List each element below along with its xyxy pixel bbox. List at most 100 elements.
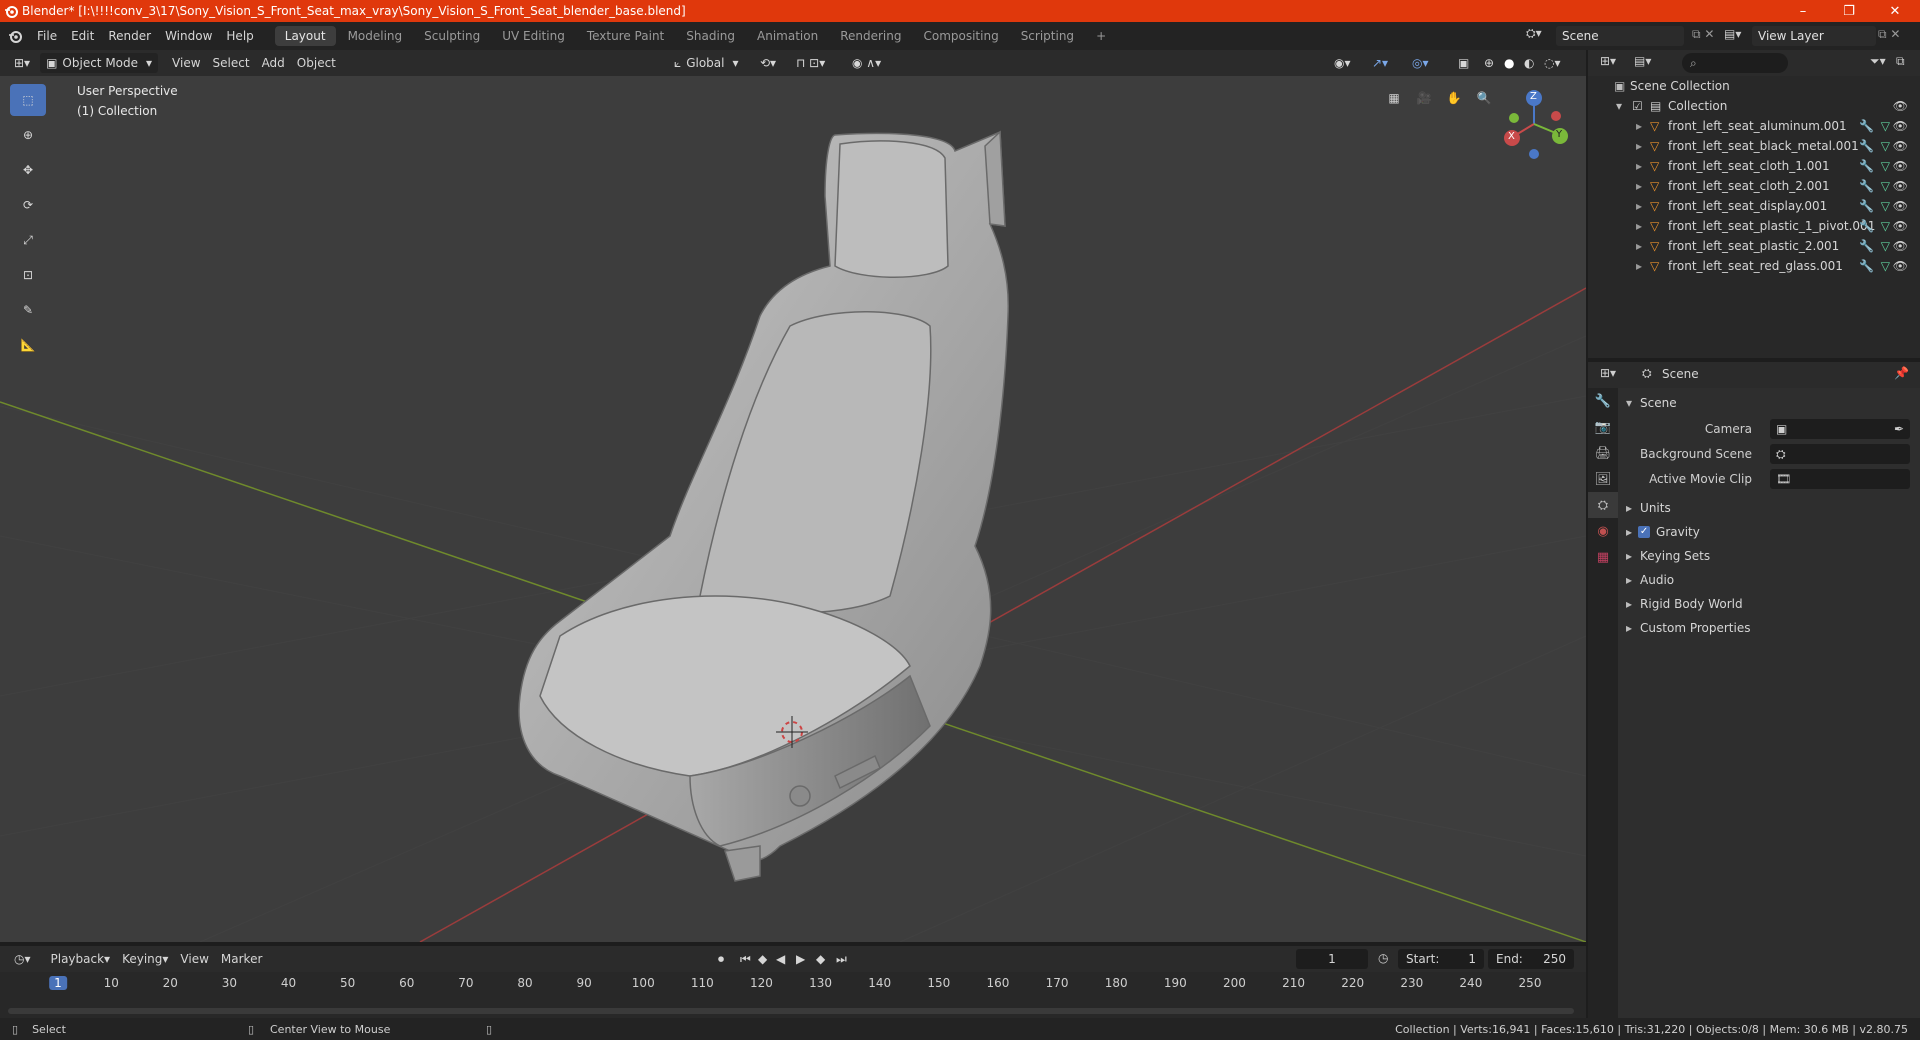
active-movie-clip-field[interactable]: 🎞	[1770, 469, 1910, 489]
eye-icon[interactable]: 👁	[1893, 199, 1908, 213]
modifier-icon[interactable]: 🔧	[1859, 139, 1874, 153]
new-scene-icon[interactable]: ⧉ ✕	[1692, 27, 1714, 42]
overlays-toggle-icon[interactable]: ◎▾	[1406, 53, 1435, 73]
eye-icon[interactable]: 👁	[1893, 239, 1908, 253]
modifier-icon[interactable]: 🔧	[1859, 259, 1874, 273]
eye-icon[interactable]: 👁	[1893, 259, 1908, 273]
menu-marker[interactable]: Marker	[215, 949, 268, 969]
chevron-right-icon[interactable]: ▸	[1636, 179, 1642, 193]
eye-icon[interactable]: 👁	[1893, 219, 1908, 233]
modifier-icon[interactable]: 🔧	[1859, 159, 1874, 173]
timeline-scrollbar[interactable]	[8, 1008, 1574, 1014]
render-tab-icon[interactable]: 📷	[1588, 414, 1618, 440]
tab-animation[interactable]: Animation	[747, 26, 828, 46]
outliner-row-object[interactable]: ▸ ▽ front_left_seat_display.001 🔧 ▽ 👁	[1588, 196, 1920, 216]
panel-rigid-body-world[interactable]: ▸ Rigid Body World	[1626, 597, 1743, 611]
modifier-icon[interactable]: 🔧	[1859, 179, 1874, 193]
outliner-editor-type-icon[interactable]: ⊞▾	[1600, 54, 1616, 68]
eye-icon[interactable]: 👁	[1893, 99, 1908, 113]
transform-tool-icon[interactable]: ⊡	[10, 259, 46, 291]
add-workspace-button[interactable]: +	[1086, 26, 1116, 46]
proportional-editing-icon[interactable]: ◉ ∧▾	[846, 53, 887, 73]
menu-add[interactable]: Add	[256, 53, 291, 73]
mesh-data-icon[interactable]: ▽	[1881, 199, 1890, 213]
blender-menu-icon[interactable]	[0, 29, 30, 43]
outliner-row-object[interactable]: ▸ ▽ front_left_seat_plastic_2.001 🔧 ▽ 👁	[1588, 236, 1920, 256]
minimize-button[interactable]: –	[1780, 0, 1826, 22]
modifier-icon[interactable]: 🔧	[1859, 219, 1874, 233]
tab-rendering[interactable]: Rendering	[830, 26, 911, 46]
output-tab-icon[interactable]: 🖨	[1588, 440, 1618, 466]
pan-view-icon[interactable]: ✋	[1442, 86, 1466, 110]
mesh-data-icon[interactable]: ▽	[1881, 139, 1890, 153]
record-icon[interactable]: ⏺	[712, 949, 730, 969]
panel-keying-sets[interactable]: ▸ Keying Sets	[1626, 549, 1710, 563]
outliner-search-input[interactable]: ⌕	[1682, 53, 1788, 73]
eye-icon[interactable]: 👁	[1893, 139, 1908, 153]
menu-file[interactable]: File	[30, 29, 64, 43]
mesh-data-icon[interactable]: ▽	[1881, 259, 1890, 273]
visibility-icon[interactable]: ◉▾	[1328, 53, 1357, 73]
outliner-row-object[interactable]: ▸ ▽ front_left_seat_aluminum.001 🔧 ▽ 👁	[1588, 116, 1920, 136]
panel-gravity[interactable]: ▸ ✓ Gravity	[1626, 525, 1700, 539]
pin-icon[interactable]: 📌	[1894, 366, 1909, 380]
new-collection-icon[interactable]: ⧉	[1896, 54, 1905, 69]
shading-wireframe-icon[interactable]: ⊕	[1478, 53, 1500, 73]
measure-tool-icon[interactable]: 📐	[10, 329, 46, 361]
chevron-right-icon[interactable]: ▸	[1636, 259, 1642, 273]
scale-tool-icon[interactable]: ⤢	[10, 224, 46, 256]
toggle-camera-grid-icon[interactable]: ▦	[1382, 86, 1406, 110]
scene-tab-icon[interactable]: ⛭	[1588, 492, 1618, 518]
new-view-layer-icon[interactable]: ⧉ ✕	[1878, 27, 1900, 42]
texture-tab-icon[interactable]: ▦	[1588, 544, 1618, 570]
cursor-tool-icon[interactable]: ⊕	[10, 119, 46, 151]
chevron-right-icon[interactable]: ▸	[1636, 159, 1642, 173]
chevron-down-icon[interactable]: ▾	[1616, 99, 1622, 113]
camera-view-icon[interactable]: 🎥	[1412, 86, 1436, 110]
chevron-right-icon[interactable]: ▸	[1636, 239, 1642, 253]
menu-window[interactable]: Window	[158, 29, 219, 43]
close-window-button[interactable]: ✕	[1872, 0, 1918, 22]
outliner-row-object[interactable]: ▸ ▽ front_left_seat_red_glass.001 🔧 ▽ 👁	[1588, 256, 1920, 276]
gravity-checkbox[interactable]: ✓	[1638, 526, 1651, 538]
menu-help[interactable]: Help	[219, 29, 260, 43]
restore-button[interactable]: ❐	[1826, 0, 1872, 22]
menu-playback[interactable]: Playback ▾	[45, 949, 117, 969]
menu-render[interactable]: Render	[101, 29, 158, 43]
camera-field[interactable]: ▣ ✒	[1770, 419, 1910, 439]
current-frame-field[interactable]: 1	[1296, 949, 1368, 969]
scene-selector[interactable]: Scene	[1556, 26, 1684, 46]
mesh-data-icon[interactable]: ▽	[1881, 179, 1890, 193]
tab-scripting[interactable]: Scripting	[1011, 26, 1084, 46]
annotate-tool-icon[interactable]: ✎	[10, 294, 46, 326]
tab-modeling[interactable]: Modeling	[338, 26, 413, 46]
tab-sculpting[interactable]: Sculpting	[414, 26, 490, 46]
eye-icon[interactable]: 👁	[1893, 119, 1908, 133]
scene-section-header[interactable]: ▾ Scene	[1618, 392, 1920, 414]
clock-icon[interactable]: ◷	[1378, 951, 1388, 965]
pivot-point-icon[interactable]: ⟲▾	[754, 53, 782, 73]
jump-end-icon[interactable]: ⏭	[830, 949, 853, 969]
modifier-icon[interactable]: 🔧	[1859, 239, 1874, 253]
modifier-icon[interactable]: 🔧	[1859, 199, 1874, 213]
tab-shading[interactable]: Shading	[676, 26, 745, 46]
timeline[interactable]: 1 10 20 30 40 50 60 70 80 90 100 110 120 130 140 150 160…	[0, 972, 1586, 1018]
chevron-right-icon[interactable]: ▸	[1636, 119, 1642, 133]
play-reverse-icon[interactable]: ◀	[770, 949, 791, 969]
chevron-right-icon[interactable]: ▸	[1636, 139, 1642, 153]
properties-editor-type-icon[interactable]: ⊞▾	[1600, 366, 1616, 380]
tab-compositing[interactable]: Compositing	[913, 26, 1008, 46]
view-layer-selector[interactable]: View Layer	[1752, 26, 1876, 46]
move-tool-icon[interactable]: ✥	[10, 154, 46, 186]
3d-viewport[interactable]: Z X Y User Perspective (1) Collection	[0, 76, 1586, 942]
outliner-row-object[interactable]: ▸ ▽ front_left_seat_black_metal.001 🔧 ▽ 👁	[1588, 136, 1920, 156]
menu-timeline-view[interactable]: View	[174, 949, 214, 969]
view-layer-browse-icon[interactable]: ▤▾	[1724, 27, 1741, 41]
outliner-row-object[interactable]: ▸ ▽ front_left_seat_plastic_1_pivot.001 🔧 ▽ 👁	[1588, 216, 1920, 236]
outliner-row-scene-collection[interactable]: ▣ Scene Collection	[1588, 76, 1920, 96]
menu-object[interactable]: Object	[291, 53, 342, 73]
rotate-tool-icon[interactable]: ⟳	[10, 189, 46, 221]
outliner-row-collection[interactable]: ▾ ☑ ▤ Collection 👁	[1588, 96, 1920, 116]
menu-view[interactable]: View	[166, 53, 206, 73]
eye-icon[interactable]: 👁	[1893, 159, 1908, 173]
